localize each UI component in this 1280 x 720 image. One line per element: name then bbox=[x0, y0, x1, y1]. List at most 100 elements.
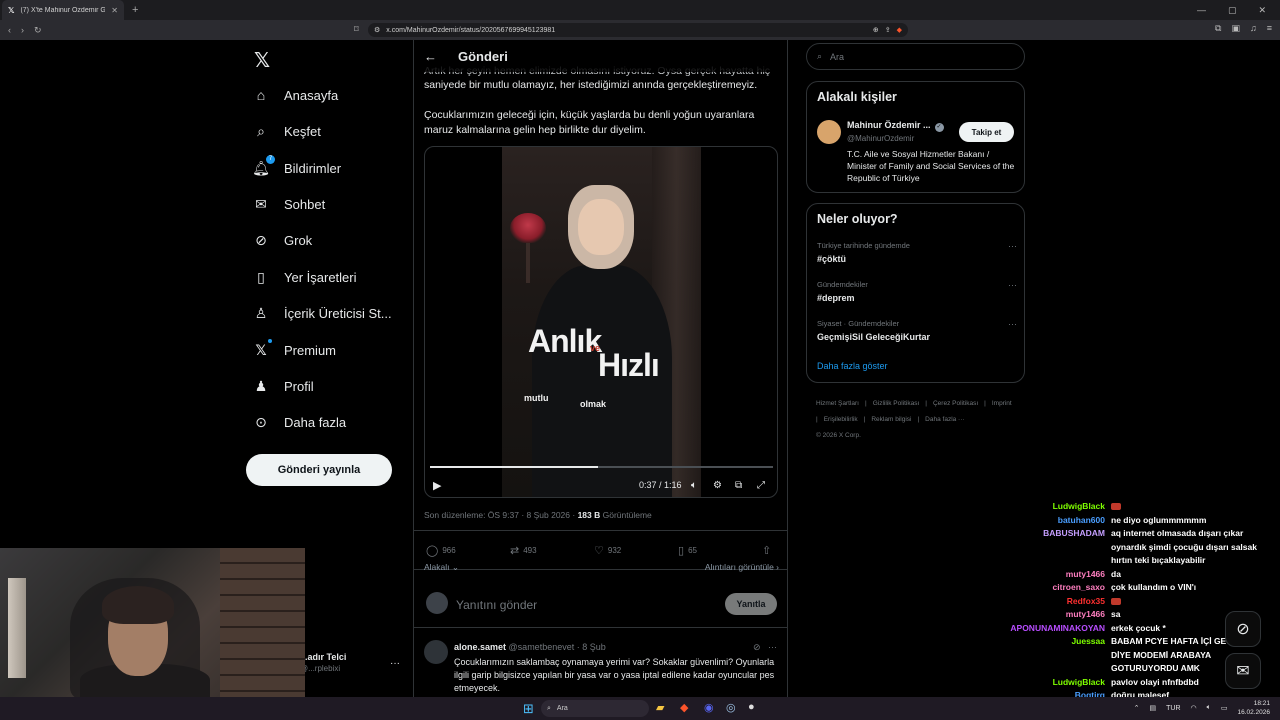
person-name[interactable]: Mahinur Özdemir ... ✓ bbox=[847, 120, 944, 132]
nav-item-profile[interactable]: ♟ Profil bbox=[252, 371, 402, 401]
reply-button[interactable]: Yanıtla bbox=[725, 593, 777, 615]
nav-item-premium[interactable]: 𝕏 Premium bbox=[252, 335, 402, 365]
avatar[interactable] bbox=[424, 640, 448, 664]
trend-item[interactable]: Siyaset · Gündemdekiler GeçmişiSil Gelec… bbox=[817, 319, 1017, 342]
volume-icon[interactable]: 🔈︎ bbox=[1207, 704, 1211, 712]
network-icon[interactable]: ▤ bbox=[1150, 704, 1157, 712]
footer-link[interactable]: Daha fazla ··· bbox=[925, 416, 964, 423]
file-explorer-icon[interactable]: ▰ bbox=[656, 701, 664, 714]
video-player[interactable]: Anlık ve Hızlı mutlu olmak ▶ 0:37 / 1:16… bbox=[424, 146, 778, 498]
back-arrow-icon[interactable]: ← bbox=[424, 49, 444, 64]
site-settings-icon[interactable]: ⚙ bbox=[374, 26, 380, 34]
nav-item-notifications[interactable]: 🔔︎ 7 Bildirimler bbox=[252, 153, 402, 183]
music-icon[interactable]: ♫ bbox=[1250, 23, 1257, 34]
zoom-icon[interactable]: ⊕ bbox=[873, 26, 879, 34]
close-tab-icon[interactable]: ✕ bbox=[111, 6, 118, 15]
messages-floating-button[interactable]: ✉ bbox=[1225, 653, 1261, 689]
more-options-icon[interactable]: ··· bbox=[1008, 319, 1017, 329]
footer-link[interactable]: © 2026 X Corp. bbox=[816, 432, 861, 439]
more-options-icon[interactable]: ··· bbox=[1008, 241, 1017, 251]
extension-icon[interactable]: ⧉ bbox=[1215, 23, 1221, 34]
chat-username[interactable]: BABUSHADAM bbox=[940, 527, 1105, 568]
like-action[interactable]: ♡ 932 bbox=[594, 544, 621, 557]
reply-action[interactable]: ◯ 966 bbox=[426, 544, 456, 557]
steam-icon[interactable]: ◎ bbox=[726, 701, 736, 714]
browser-tab[interactable]: 𝕏 (7) X'te Mahinur Özdemir Göktaş: "A ✕ bbox=[2, 0, 124, 20]
nav-item-bookmarks[interactable]: ▯ Yer İşaretleri bbox=[252, 262, 402, 292]
nav-item-chat[interactable]: ✉ Sohbet bbox=[252, 189, 402, 219]
avatar[interactable] bbox=[817, 120, 841, 144]
video-progress-bar[interactable] bbox=[430, 466, 773, 468]
chat-username[interactable]: Redfox35 bbox=[940, 595, 1105, 609]
maximize-icon[interactable]: ▢ bbox=[1228, 5, 1237, 16]
chat-username[interactable]: Juessaa bbox=[940, 635, 1105, 676]
pip-icon[interactable]: ⧉ bbox=[735, 480, 742, 491]
video-frame[interactable]: Anlık ve Hızlı mutlu olmak bbox=[502, 147, 701, 497]
view-quotes-link[interactable]: Alıntıları görüntüle › bbox=[705, 562, 779, 572]
battery-icon[interactable]: ▭ bbox=[1221, 704, 1228, 712]
discord-icon[interactable]: ◉ bbox=[704, 701, 714, 714]
trend-item[interactable]: Gündemdekiler #deprem ··· bbox=[817, 280, 1017, 303]
windows-start-icon[interactable]: ⊞ bbox=[523, 701, 534, 717]
grok-icon[interactable]: ⊘ bbox=[753, 642, 761, 652]
footer-link[interactable]: Çerez Politikası bbox=[933, 400, 978, 407]
language-indicator[interactable]: TUR bbox=[1166, 705, 1180, 712]
chat-username[interactable]: LudwigBlack bbox=[940, 676, 1105, 690]
fullscreen-icon[interactable]: ⤢ bbox=[757, 480, 765, 491]
back-nav-icon[interactable]: ‹ bbox=[8, 25, 11, 35]
chat-username[interactable]: citroen_saxo bbox=[940, 581, 1105, 595]
forward-nav-icon[interactable]: › bbox=[21, 25, 24, 35]
bookmark-action[interactable]: ▯ 65 bbox=[678, 544, 697, 557]
footer-link[interactable]: Imprint bbox=[992, 400, 1012, 407]
reload-icon[interactable]: ↻ bbox=[34, 25, 42, 36]
obs-icon[interactable]: ● bbox=[748, 701, 755, 713]
volume-icon[interactable]: 🔈︎ bbox=[691, 480, 697, 491]
close-window-icon[interactable]: ✕ bbox=[1258, 5, 1266, 16]
footer-link[interactable]: Erişilebilirlik bbox=[824, 416, 858, 423]
menu-icon[interactable]: ≡ bbox=[1267, 23, 1272, 34]
footer-link[interactable]: Gizlilik Politikası bbox=[873, 400, 920, 407]
clock[interactable]: 18:21 16.02.2026 bbox=[1237, 699, 1270, 717]
nav-item-home[interactable]: ⌂ Anasayfa bbox=[252, 80, 402, 110]
search-input[interactable]: ⌕ Ara bbox=[806, 43, 1025, 70]
chevron-up-icon[interactable]: ⌃ bbox=[1134, 704, 1140, 712]
nav-item-more[interactable]: ⊙ Daha fazla bbox=[252, 407, 402, 437]
wallet-icon[interactable]: ▣ bbox=[1231, 23, 1240, 34]
trend-item[interactable]: Türkiye tarihinde gündemde #çöktü ··· bbox=[817, 241, 1017, 264]
grok-floating-button[interactable]: ⊘ bbox=[1225, 611, 1261, 647]
play-icon[interactable]: ▶ bbox=[433, 479, 441, 492]
settings-icon[interactable]: ⚙ bbox=[713, 480, 722, 491]
minimize-icon[interactable]: — bbox=[1197, 5, 1206, 16]
chat-username[interactable]: muty1466 bbox=[940, 568, 1105, 582]
nav-item-grok[interactable]: ⊘ Grok bbox=[252, 225, 402, 255]
new-tab-icon[interactable]: + bbox=[132, 4, 138, 16]
chat-username[interactable]: LudwigBlack bbox=[940, 500, 1105, 514]
brave-shield-icon[interactable]: ◆ bbox=[897, 26, 902, 34]
nav-item-explore[interactable]: ⌕ Keşfet bbox=[252, 116, 402, 146]
repost-action[interactable]: ⇄ 493 bbox=[510, 544, 537, 557]
brave-browser-icon[interactable]: ◆ bbox=[680, 701, 688, 714]
more-options-icon[interactable]: ··· bbox=[1008, 280, 1017, 290]
footer-link[interactable]: Reklam bilgisi bbox=[871, 416, 911, 423]
reply-input[interactable]: Yanıtını gönder bbox=[456, 598, 537, 612]
chat-username[interactable]: muty1466 bbox=[940, 608, 1105, 622]
reply-sort-dropdown[interactable]: Alakalı ⌄ bbox=[424, 562, 459, 573]
taskbar-search[interactable]: ⌕ Ara bbox=[541, 700, 649, 717]
address-bar[interactable]: ⚙ x.com/MahinurOzdemir/status/2020567699… bbox=[368, 23, 908, 37]
bookmark-page-icon[interactable]: ⌑ bbox=[354, 24, 359, 35]
nav-item-creator-studio[interactable]: ♙ İçerik Üreticisi St... bbox=[252, 298, 402, 328]
x-logo-icon[interactable]: 𝕏 bbox=[254, 48, 270, 73]
chat-username[interactable]: batuhan600 bbox=[940, 514, 1105, 528]
footer-link[interactable]: Hizmet Şartları bbox=[816, 400, 859, 407]
account-switcher[interactable]: ...adır Telci @...rplebixi ··· bbox=[300, 652, 406, 673]
wifi-icon[interactable]: ◠ bbox=[1191, 704, 1197, 712]
reply-author[interactable]: alone.samet bbox=[454, 642, 506, 652]
share-icon[interactable]: ⇪ bbox=[885, 26, 891, 34]
chat-username[interactable]: APONUNAMINAKOYAN bbox=[940, 622, 1105, 636]
follow-button[interactable]: Takip et bbox=[959, 122, 1014, 142]
show-more-link[interactable]: Daha fazla göster bbox=[817, 361, 888, 371]
post-button[interactable]: Gönderi yayınla bbox=[246, 454, 392, 486]
reply-post[interactable]: alone.samet @sametbenevet · 8 Şub ⊘ ··· … bbox=[414, 634, 787, 697]
more-options-icon[interactable]: ··· bbox=[390, 658, 400, 669]
share-action[interactable]: ⇧ bbox=[762, 544, 771, 557]
